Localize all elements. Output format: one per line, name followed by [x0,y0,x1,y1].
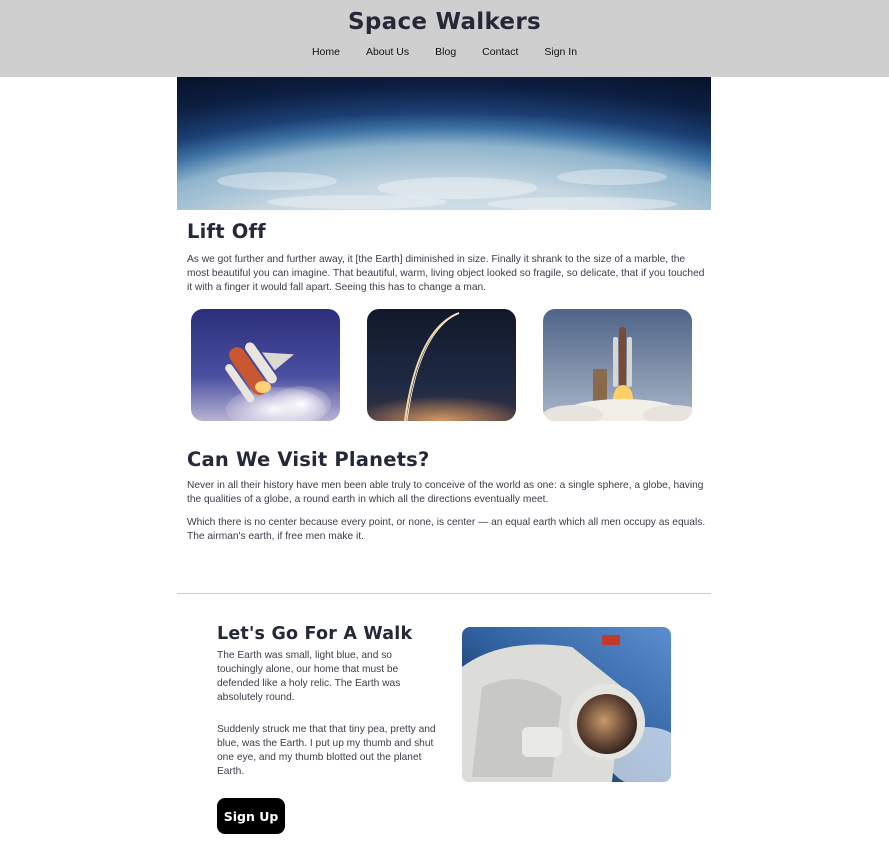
site-header: Space Walkers Home About Us Blog Contact… [0,0,889,77]
main-nav: Home About Us Blog Contact Sign In [0,46,889,58]
sign-up-button[interactable]: Sign Up [217,798,285,834]
hero-earth-image [177,77,711,210]
planets-paragraph-1: Never in all their history have men been… [187,480,704,505]
nav-link-about-us[interactable]: About Us [353,46,422,58]
rocket-trail-image [367,309,516,421]
planets-paragraph-2: Which there is no center because every p… [187,517,706,542]
site-title[interactable]: Space Walkers [0,9,889,35]
liftoff-section: Lift Off As we got further and further a… [187,220,707,295]
section-divider [177,593,711,594]
liftoff-heading: Lift Off [187,220,266,243]
nav-link-sign-in[interactable]: Sign In [531,46,590,58]
launch-pad-image [543,309,692,421]
shuttle-image [191,309,340,421]
nav-link-blog[interactable]: Blog [422,46,469,58]
nav-link-contact[interactable]: Contact [469,46,531,58]
walk-section: Let's Go For A Walk The Earth was small,… [217,624,447,779]
nav-link-home[interactable]: Home [299,46,353,58]
astronaut-image [462,627,671,782]
walk-heading: Let's Go For A Walk [217,624,413,644]
walk-paragraph-2: Suddenly struck me that that tiny pea, p… [217,724,436,777]
planets-heading: Can We Visit Planets? [187,448,430,471]
planets-section: Can We Visit Planets? Never in all their… [187,448,707,544]
liftoff-paragraph: As we got further and further away, it [… [187,254,705,293]
walk-paragraph-1: The Earth was small, light blue, and so … [217,650,401,703]
